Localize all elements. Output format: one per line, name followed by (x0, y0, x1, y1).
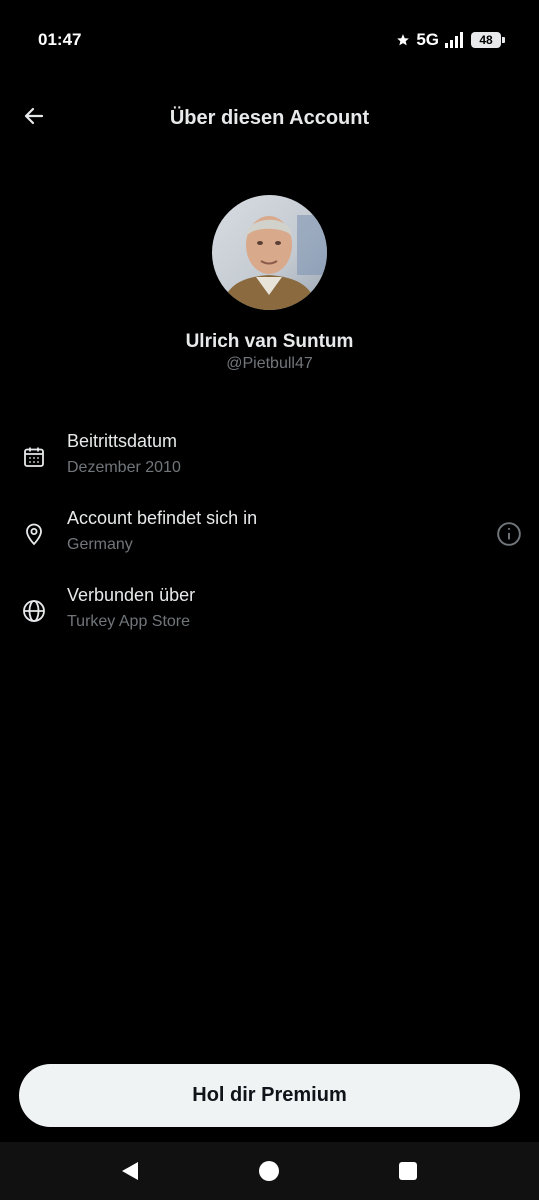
info-row-join-date: Beitrittsdatum Dezember 2010 (0, 431, 539, 491)
status-time: 01:47 (38, 30, 82, 49)
info-value: Germany (67, 536, 133, 553)
globe-icon (20, 597, 48, 625)
network-type: 5G (416, 30, 439, 49)
status-bar: 01:47 5G 48 (0, 0, 539, 80)
star-icon (396, 33, 410, 47)
profile-name: Ulrich van Suntum (185, 331, 354, 352)
status-icons: 5G 48 (396, 30, 505, 50)
info-row-location: Account befindet sich in Germany (0, 508, 539, 568)
nav-recents-icon[interactable] (396, 1159, 420, 1183)
info-title: Beitrittsdatum (67, 431, 178, 451)
get-premium-button[interactable]: Hol dir Premium (19, 1064, 520, 1127)
page-title: Über diesen Account (169, 107, 370, 129)
location-pin-icon (20, 520, 48, 548)
profile-handle: @Pietbull47 (226, 355, 313, 372)
avatar[interactable] (212, 195, 327, 310)
info-value: Turkey App Store (67, 613, 191, 630)
signal-icon (445, 32, 465, 48)
calendar-icon (20, 443, 48, 471)
info-value: Dezember 2010 (67, 459, 181, 476)
battery-level: 48 (479, 33, 493, 47)
battery-icon: 48 (471, 32, 505, 48)
nav-back-icon[interactable] (118, 1159, 142, 1183)
info-row-connected-via: Verbunden über Turkey App Store (0, 585, 539, 645)
info-title: Account befindet sich in (67, 508, 258, 528)
nav-home-icon[interactable] (257, 1159, 281, 1183)
info-icon[interactable] (495, 520, 523, 548)
header: Über diesen Account (0, 95, 539, 141)
navigation-bar (0, 1142, 539, 1200)
info-title: Verbunden über (67, 585, 196, 605)
